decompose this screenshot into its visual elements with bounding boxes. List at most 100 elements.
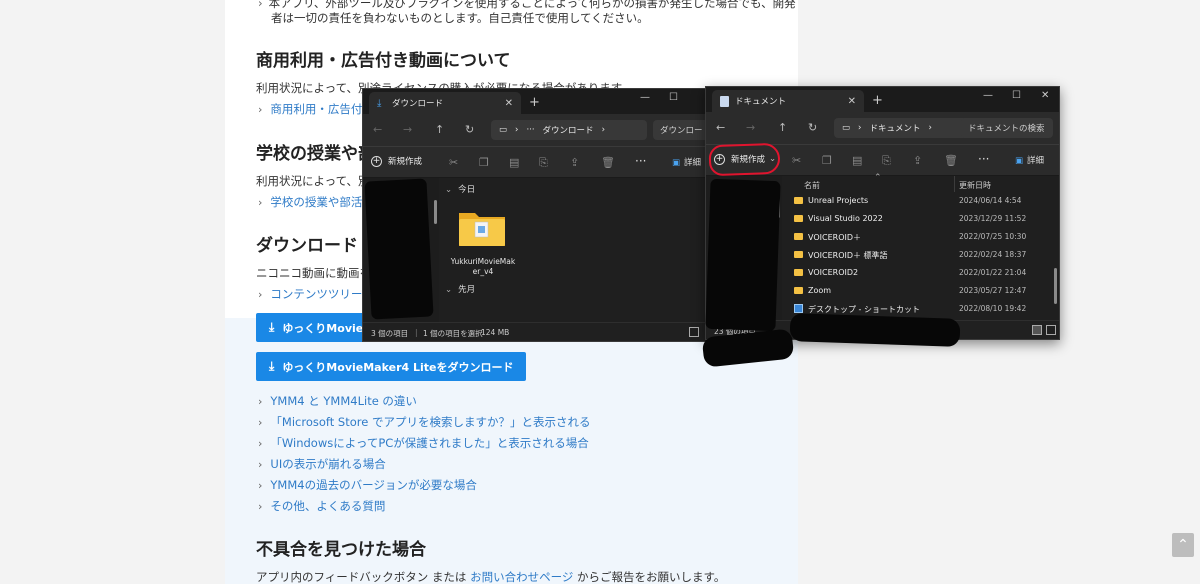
cut-icon[interactable]: ✂ xyxy=(792,154,801,167)
refresh-icon[interactable]: ↻ xyxy=(808,121,817,134)
new-tab-button[interactable]: + xyxy=(872,93,883,108)
details-button[interactable]: ▣ 詳細 xyxy=(672,156,701,168)
tab-downloads[interactable]: ⤓ ダウンロード ✕ xyxy=(369,92,521,114)
column-header-name[interactable]: 名前 xyxy=(804,180,820,191)
tab-documents[interactable]: ドキュメント ✕ xyxy=(712,90,864,112)
cut-icon[interactable]: ✂ xyxy=(449,156,458,169)
back-icon[interactable]: ← xyxy=(373,123,382,136)
details-button[interactable]: ▣ 詳細 xyxy=(1015,154,1044,166)
folder-icon xyxy=(794,233,803,240)
up-icon[interactable]: ↑ xyxy=(778,121,787,134)
nav-scrollbar[interactable] xyxy=(434,200,437,224)
list-scrollbar[interactable] xyxy=(1054,268,1057,304)
more-options-icon[interactable]: ··· xyxy=(635,154,646,168)
plus-icon: + xyxy=(371,155,382,167)
faq-link-5[interactable]: › YMM4の過去のバージョンが必要な場合 xyxy=(258,477,477,493)
delete-icon[interactable]: 🗑 xyxy=(601,156,615,169)
chevron-up-icon: ⌃ xyxy=(1177,537,1189,553)
minimize-icon[interactable]: — xyxy=(640,92,650,103)
minimize-icon[interactable]: — xyxy=(983,90,993,101)
list-item[interactable]: Unreal Projects 2024/06/14 4:54 xyxy=(782,192,1059,210)
heading-bug-report: 不具合を見つけた場合 xyxy=(256,540,426,560)
file-list[interactable]: ⌃ 名前 更新日時 Unreal Projects 2024/06/14 4:54… xyxy=(782,173,1059,322)
heading-download: ダウンロード xyxy=(256,236,358,256)
school-link[interactable]: › 学校の授業や部活動 xyxy=(258,194,374,210)
faq-link-3[interactable]: › 「WindowsによってPCが保護されました」と表示される場合 xyxy=(258,435,589,451)
group-header-last-month[interactable]: ⌄ 先月 xyxy=(445,283,475,295)
rename-icon[interactable]: ⎘ xyxy=(539,156,548,170)
bug-report-text: アプリ内のフィードバックボタン または お問い合わせページ からご報告をお願いし… xyxy=(256,570,726,584)
download-text: ニコニコ動画に動画を xyxy=(256,266,371,280)
tab-title: ダウンロード xyxy=(392,99,444,109)
contact-page-link[interactable]: お問い合わせページ xyxy=(470,570,573,584)
close-tab-icon[interactable]: ✕ xyxy=(505,98,513,109)
tab-bar: ⤓ ダウンロード ✕ + — ☐ xyxy=(363,89,716,114)
maximize-icon[interactable]: ☐ xyxy=(1012,90,1021,101)
new-button[interactable]: + 新規作成 xyxy=(371,155,422,167)
faq-link-2[interactable]: › 「Microsoft Store でアプリを検索しますか？」と表示される xyxy=(258,414,590,430)
folder-icon[interactable] xyxy=(457,208,507,248)
command-bar: + 新規作成 ✂ ❐ ▤ ⎘ ⇪ 🗑 ··· ▣ 詳細 xyxy=(363,146,716,178)
selected-size: 124 MB xyxy=(481,328,510,337)
up-icon[interactable]: ↑ xyxy=(435,123,444,136)
download-icon: ⤓ xyxy=(269,359,275,373)
paste-icon[interactable]: ▤ xyxy=(509,156,519,169)
faq-link-1[interactable]: › YMM4 と YMM4Lite の違い xyxy=(258,393,417,409)
column-header-date[interactable]: 更新日時 xyxy=(959,180,991,191)
heading-commercial: 商用利用・広告付き動画について xyxy=(256,51,511,71)
share-icon[interactable]: ⇪ xyxy=(913,154,922,167)
group-header-today[interactable]: ⌄ 今日 xyxy=(445,183,475,195)
scroll-to-top-button[interactable]: ⌃ xyxy=(1172,533,1194,557)
close-tab-icon[interactable]: ✕ xyxy=(848,96,856,107)
selected-count: 1 個の項目を選択 xyxy=(423,329,483,338)
paste-icon[interactable]: ▤ xyxy=(852,154,862,167)
address-field[interactable]: ▭ › ··· ダウンロード › xyxy=(491,120,647,140)
heading-school: 学校の授業や部 xyxy=(256,144,375,164)
forward-icon[interactable]: → xyxy=(746,121,755,134)
list-item[interactable]: Visual Studio 2022 2023/12/29 11:52 xyxy=(782,210,1059,228)
list-item[interactable]: VOICEROID2 2022/01/22 21:04 xyxy=(782,264,1059,282)
document-icon xyxy=(720,95,729,107)
details-pane-icon: ▣ xyxy=(1015,156,1024,166)
list-item[interactable]: VOICEROID＋ 標準語 2022/02/24 18:37 xyxy=(782,246,1059,264)
details-view-icon[interactable] xyxy=(689,327,699,337)
faq-link-4[interactable]: › UIの表示が崩れる場合 xyxy=(258,456,386,472)
refresh-icon[interactable]: ↻ xyxy=(465,123,474,136)
copy-icon[interactable]: ❐ xyxy=(479,156,489,169)
copy-icon[interactable]: ❐ xyxy=(822,154,832,167)
pc-icon: ▭ xyxy=(499,125,508,135)
file-view[interactable]: ⌄ 今日 YukkuriMovieMaker_v4 ⌄ 先月 xyxy=(439,178,716,324)
share-icon[interactable]: ⇪ xyxy=(570,156,579,169)
address-bar-row: ← → ↑ ↻ ▭›···ダウンロード› ダウンロードの検 xyxy=(363,114,716,146)
list-item[interactable]: VOICEROID＋ 2022/07/25 10:30 xyxy=(782,228,1059,246)
delete-icon[interactable]: 🗑 xyxy=(944,154,958,167)
details-view-icon[interactable] xyxy=(1032,325,1042,335)
folder-icon xyxy=(794,269,803,276)
faq-link-6[interactable]: › その他、よくある質問 xyxy=(258,498,385,514)
redaction-mark xyxy=(789,313,961,347)
chevron-down-icon: ⌄ xyxy=(445,285,453,295)
close-window-icon[interactable]: ✕ xyxy=(1041,90,1049,101)
list-item[interactable]: Zoom 2023/05/27 12:47 xyxy=(782,282,1059,300)
pc-icon: ▭ xyxy=(842,123,851,133)
more-options-icon[interactable]: ··· xyxy=(978,152,989,166)
back-icon[interactable]: ← xyxy=(716,121,725,134)
folder-icon xyxy=(794,215,803,222)
forward-icon[interactable]: → xyxy=(403,123,412,136)
shortcut-icon xyxy=(794,304,803,313)
download-ymm4-lite-button[interactable]: ⤓ ゆっくりMovieMaker4 Liteをダウンロード xyxy=(256,352,527,381)
content-tree-link[interactable]: › コンテンツツリーの xyxy=(258,286,374,302)
redaction-mark xyxy=(364,178,434,320)
disclaimer-line-2: 者は一切の責任を負わないものとします。自己責任で使用してください。 xyxy=(271,11,649,25)
tab-title: ドキュメント xyxy=(735,97,787,107)
download-folder-icon: ⤓ xyxy=(377,97,382,109)
redaction-mark xyxy=(705,178,781,332)
status-bar: 3 個の項目 | 1 個の項目を選択 124 MB xyxy=(363,322,716,341)
commercial-link[interactable]: › 商用利用・広告付き xyxy=(258,101,374,117)
new-tab-button[interactable]: + xyxy=(529,95,540,110)
maximize-icon[interactable]: ☐ xyxy=(669,92,678,103)
search-input[interactable]: ドキュメントの検索 xyxy=(961,118,1053,138)
school-text: 利用状況によって、別 xyxy=(256,174,370,188)
rename-icon[interactable]: ⎘ xyxy=(882,154,891,168)
tiles-view-icon[interactable] xyxy=(1046,325,1056,335)
